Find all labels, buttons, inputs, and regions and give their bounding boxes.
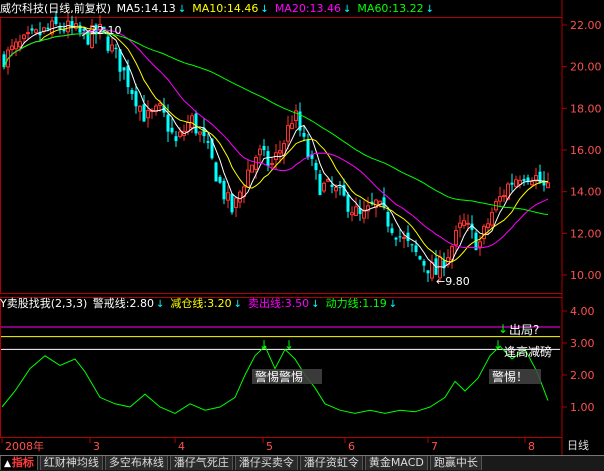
time-tick-label: 8 <box>528 440 535 453</box>
tab-label: 指标 <box>11 456 34 469</box>
arrow-down-icon: ↓ <box>233 299 242 310</box>
candlestick[interactable] <box>194 110 198 136</box>
tab-label: 潘仔资虹令 <box>303 456 359 469</box>
tab-4[interactable]: 潘仔买卖令 <box>234 456 298 470</box>
exit-label: 出局? <box>509 323 539 337</box>
time-tick-label: 2008年 <box>5 439 44 453</box>
time-tick-label: 3 <box>93 440 100 453</box>
price-tick-label: 14.00 <box>570 186 602 199</box>
tab-label: 潘仔气死庄 <box>173 456 229 469</box>
svg-text:22.10: 22.10 <box>90 24 122 37</box>
ind-label-1: 减仓线:3.20 <box>170 297 232 310</box>
price-low-mark: ←9.80 <box>436 275 470 288</box>
indicator-tick-label: 3.00 <box>570 337 595 350</box>
ma-label-1: MA10:14.46 <box>192 2 259 15</box>
stock-chart-window: 22.10 ←9.80 22.00 20.00 18.00 16.00 14.00 12.0… <box>0 0 604 471</box>
tab-5[interactable]: 潘仔资虹令 <box>299 456 363 470</box>
tab-label: 多空布林线 <box>108 456 164 469</box>
arrow-down-icon: ↓ <box>343 4 352 15</box>
indicator-panel-header: Y卖股找我(2,3,3) 警戒线:2.80 ↓ 减仓线:3.20 ↓ 卖出线:3.50 ↓… <box>0 295 562 312</box>
ma-label-3: MA60:13.22 <box>357 2 424 15</box>
ind-label-3: 动力线:1.19 <box>325 297 387 310</box>
tab-label: 跑赢中长 <box>433 456 478 469</box>
stock-chart-canvas[interactable]: 22.10 ←9.80 22.00 20.00 18.00 16.00 14.00 12.0… <box>0 0 604 470</box>
tab-label: 红财神均线 <box>43 456 99 469</box>
price-tick-label: 10.00 <box>570 269 602 282</box>
arrow-down-icon: ↓ <box>311 299 320 310</box>
ma-legend: MA5:14.13 ↓ MA10:14.46 ↓ MA20:13.46 ↓ MA60:13.… <box>117 2 440 15</box>
stock-title: 威尔科技(日线,前复权) <box>0 2 112 15</box>
ind-label-0: 警戒线:2.80 <box>92 297 154 310</box>
rally-sell-label: 逢高减磅 <box>504 344 552 359</box>
tab-3[interactable]: 潘仔气死庄 <box>169 456 233 470</box>
alert-double-label: 警惕警惕 <box>252 369 322 384</box>
svg-text:←9.80: ←9.80 <box>436 275 470 288</box>
arrow-down-icon: ↓ <box>177 4 187 15</box>
alert-single-label: 警惕！ <box>489 369 541 384</box>
ind-label-2: 卖出线:3.50 <box>247 297 310 310</box>
tab-2[interactable]: 多空布林线 <box>104 456 168 470</box>
arrow-down-icon: ↓ <box>388 299 398 310</box>
candlestick[interactable] <box>214 161 218 182</box>
arrow-down-icon: ↓ <box>498 322 508 336</box>
svg-text:警惕警惕: 警惕警惕 <box>255 369 303 384</box>
arrow-down-icon: ↓ <box>493 338 503 352</box>
indicator-tick-label: 2.00 <box>570 369 595 382</box>
price-tick-label: 22.00 <box>570 19 602 32</box>
arrow-down-icon: ↓ <box>156 299 165 310</box>
svg-text:警惕！: 警惕！ <box>492 369 528 384</box>
time-tick-label: 7 <box>431 440 438 453</box>
period-label[interactable]: 日线 <box>567 439 589 453</box>
ma-label-0: MA5:14.13 <box>116 2 176 15</box>
arrow-down-icon: ↓ <box>259 338 269 352</box>
time-tick-label: 6 <box>348 440 355 453</box>
arrow-down-icon: ↓ <box>260 4 269 15</box>
candlestick[interactable] <box>322 181 326 194</box>
ma-label-2: MA20:13.46 <box>274 2 342 15</box>
tab-label: 黄金MACD <box>368 456 424 469</box>
price-tick-label: 12.00 <box>570 227 602 240</box>
price-panel-header: 威尔科技(日线,前复权) MA5:14.13 ↓ MA10:14.46 ↓ MA20:1… <box>0 0 562 17</box>
tab-label: 潘仔买卖令 <box>238 456 294 469</box>
indicator-tick-label: 1.00 <box>570 401 595 414</box>
indicator-name: Y卖股找我(2,3,3) <box>0 297 88 310</box>
price-tick-label: 20.00 <box>570 61 602 74</box>
tab-7[interactable]: 跑赢中长 <box>429 456 482 470</box>
time-tick-label: 4 <box>178 440 185 453</box>
indicator-tick-label: 4.00 <box>570 305 595 318</box>
indicator-legend: 警戒线:2.80 ↓ 减仓线:3.20 ↓ 卖出线:3.50 ↓ 动力线:1.19 ↓ <box>93 297 403 310</box>
indicator-tab-bar: ▲指标 红财神均线 多空布林线 潘仔气死庄 潘仔买卖令 潘仔资虹令 黄金MACD 跑赢中长 <box>0 455 604 471</box>
tab-0[interactable]: ▲指标 <box>0 456 38 470</box>
tab-6[interactable]: 黄金MACD <box>364 456 428 470</box>
tab-1[interactable]: 红财神均线 <box>39 456 103 470</box>
price-tick-label: 16.00 <box>570 144 602 157</box>
candlestick[interactable] <box>230 193 234 215</box>
caret-up-icon: ▲ <box>4 459 11 469</box>
candlestick[interactable] <box>250 164 254 173</box>
arrow-down-icon: ↓ <box>284 338 294 352</box>
price-tick-label: 18.00 <box>570 102 602 115</box>
time-tick-label: 5 <box>266 440 273 453</box>
arrow-down-icon: ↓ <box>425 4 435 15</box>
